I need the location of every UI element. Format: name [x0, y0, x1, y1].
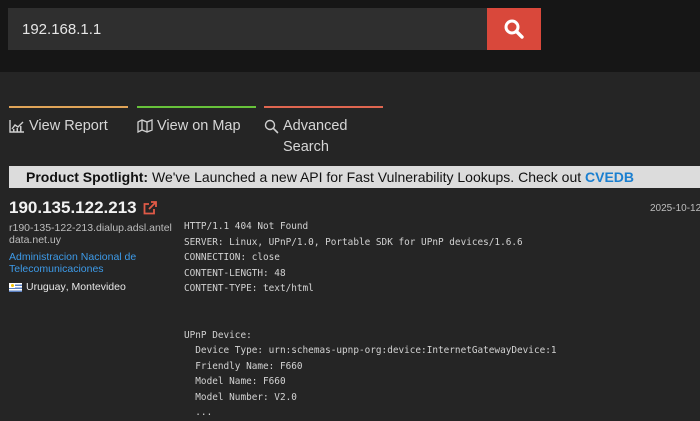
- spotlight-title: Product Spotlight:: [26, 169, 149, 185]
- host-ip-link[interactable]: 190.135.122.213: [9, 198, 137, 218]
- timestamp: 2025-10-12T: [650, 203, 700, 214]
- view-report-accent: [9, 106, 128, 108]
- view-on-map-link[interactable]: View on Map: [137, 106, 256, 156]
- advanced-search-accent: [264, 106, 383, 108]
- city: , Montevideo: [65, 281, 126, 293]
- cvedb-link[interactable]: CVEDB: [585, 169, 634, 185]
- product-spotlight-banner: Product Spotlight: We've Launched a new …: [9, 166, 700, 188]
- view-on-map-label: View on Map: [157, 118, 241, 134]
- view-report-link[interactable]: View Report: [9, 106, 128, 156]
- host-summary: 190.135.122.213 r190-135-122-213.dialup.…: [9, 198, 174, 293]
- search-bar: [8, 8, 541, 50]
- chart-icon: [9, 120, 24, 133]
- search-input[interactable]: [8, 8, 487, 50]
- external-link-icon[interactable]: [143, 201, 157, 215]
- map-icon: [137, 119, 153, 133]
- advanced-search-label: Advanced Search: [283, 118, 348, 155]
- search-icon: [504, 19, 524, 39]
- view-report-label: View Report: [29, 118, 108, 134]
- magnifier-icon: [264, 119, 279, 134]
- organization-link[interactable]: Administracion Nacional de Telecomunicac…: [9, 251, 174, 275]
- hostname: r190-135-122-213.dialup.adsl.anteldata.n…: [9, 222, 172, 246]
- service-banner: HTTP/1.1 404 Not Found SERVER: Linux, UP…: [184, 221, 557, 418]
- search-button[interactable]: [487, 8, 541, 50]
- spotlight-text: We've Launched a new API for Fast Vulner…: [148, 169, 586, 185]
- uruguay-flag-icon: [9, 282, 22, 292]
- view-on-map-accent: [137, 106, 256, 108]
- country: Uruguay: [26, 281, 66, 293]
- location: Uruguay, Montevideo: [9, 281, 174, 293]
- advanced-search-link[interactable]: Advanced Search: [264, 106, 383, 156]
- top-bar: [0, 0, 700, 72]
